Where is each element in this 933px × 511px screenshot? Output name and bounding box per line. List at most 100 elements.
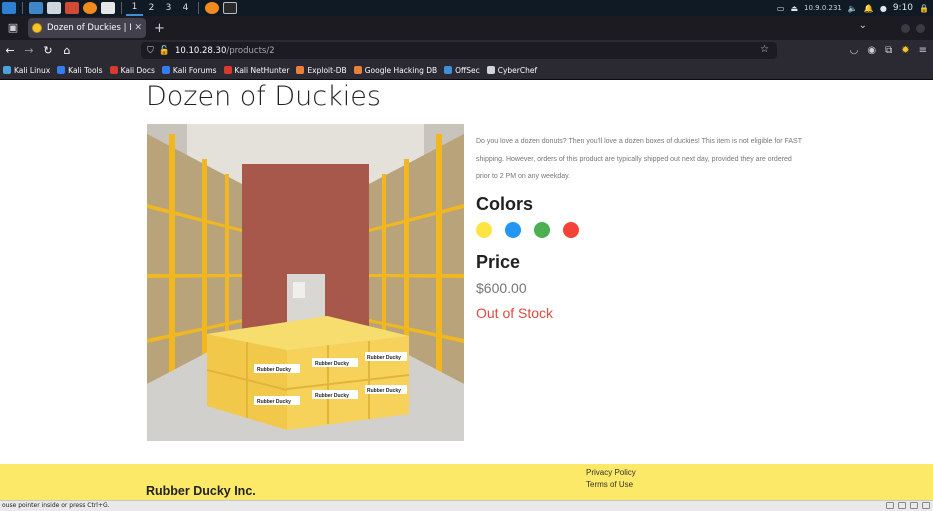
network-adapter-icon[interactable] [898,502,906,509]
bookmark-favicon-icon [353,66,362,74]
box-label: Rubber Ducky [315,361,349,367]
bookmark-label: Kali Tools [68,65,103,75]
product-description: Do you love a dozen donuts? Then you'll … [476,138,802,180]
home-button[interactable]: ⌂ [58,42,76,60]
bookmark-item[interactable]: Exploit-DB [296,66,347,75]
text-editor-icon[interactable] [65,2,79,14]
vm-status-bar: ouse pointer inside or press Ctrl+G. [0,500,933,511]
power-icon[interactable]: ● [880,4,887,13]
status-icons [886,502,930,509]
taskbar-separator [198,2,199,14]
bookmarks-bar: Kali Linux Kali Tools Kali Docs Kali Forums… [0,61,933,80]
desktop-icon[interactable] [29,2,43,14]
bookmark-favicon-icon [3,66,11,74]
bookmark-label: Kali Forums [172,65,217,75]
color-swatch[interactable] [534,222,550,238]
product-title: Dozen of Duckies [146,81,381,112]
menu-icon[interactable]: ≡ [919,45,927,56]
bookmark-label: Google Hacking DB [364,65,438,75]
rubber-duck-favicon-icon [32,23,42,33]
color-swatch[interactable] [563,222,579,238]
terminal-launcher-icon[interactable] [101,2,115,14]
bookmark-favicon-icon [296,66,305,74]
workspace-3[interactable]: 3 [160,0,177,16]
window-controls [901,24,925,33]
footer-brand: Rubber Ducky Inc. [146,484,256,498]
bookmark-label: OffSec [455,65,480,75]
firefox-window-icon[interactable] [205,2,219,14]
price-value: $600.00 [476,280,527,296]
bookmark-favicon-icon [486,66,495,74]
firefox-launcher-icon[interactable] [83,2,97,14]
workspace-4[interactable]: 4 [177,0,194,16]
box-label: Rubber Ducky [367,355,401,361]
tab-list-icon[interactable]: ▣ [4,19,22,37]
address-bar[interactable]: ⛉ 🔓 10.10.28.30 /products/2 ☆ [141,42,777,59]
lock-icon[interactable]: 🔒 [919,4,929,13]
bookmark-label: Kali Linux [14,65,51,75]
display-icon[interactable]: ▭ [777,4,785,13]
taskbar-separator [121,2,122,14]
chevron-down-icon[interactable]: ⌄ [859,20,867,31]
color-swatch[interactable] [505,222,521,238]
shield-icon[interactable]: ⛉ [147,46,154,56]
os-taskbar: 1 2 3 4 ▭ ⏏ 10.9.0.231 🔈 🔔 ● 9:10 🔒 [0,0,933,16]
forward-button[interactable]: → [20,42,38,60]
box-label: Rubber Ducky [367,388,401,394]
pocket-icon[interactable]: ◡ [850,45,859,56]
bookmark-favicon-icon [57,66,66,74]
clock: 9:10 [892,3,914,13]
warehouse-boxes-illustration: Rubber Ducky Rubber Ducky Rubber Ducky R… [147,124,464,441]
file-manager-icon[interactable] [47,2,61,14]
workspace-1[interactable]: 1 [126,0,143,16]
volume-icon[interactable]: 🔈 [848,4,858,13]
url-host: 10.10.28.30 [174,45,227,56]
close-tab-icon[interactable]: ✕ [134,23,142,33]
bookmark-item[interactable]: OffSec [444,66,480,75]
bookmark-item[interactable]: Kali Tools [57,65,103,75]
bookmark-favicon-icon [444,66,453,74]
account-icon[interactable]: ◉ [867,45,876,56]
box-label: Rubber Ducky [257,367,291,373]
workspace-2[interactable]: 2 [143,0,160,16]
terms-of-use-link[interactable]: Terms of Use [586,480,633,489]
bookmark-item[interactable]: Kali Linux [3,66,50,75]
bookmark-item[interactable]: Kali Forums [161,65,217,75]
kali-menu-icon[interactable] [2,2,16,14]
lock-insecure-icon[interactable]: 🔓 [159,46,170,56]
extension-icon[interactable]: ✹ [901,45,909,56]
box-label: Rubber Ducky [257,399,291,405]
disk-icon[interactable] [886,502,894,509]
display-settings-icon[interactable] [922,502,930,509]
bookmark-item[interactable]: Kali NetHunter [223,65,290,75]
color-swatch[interactable] [476,222,492,238]
bookmark-item[interactable]: CyberChef [486,66,537,75]
bookmark-star-icon[interactable]: ☆ [760,44,769,55]
minimize-button[interactable] [901,24,910,33]
bookmark-favicon-icon [161,66,170,74]
usb-icon[interactable] [910,502,918,509]
network-icon[interactable]: ⏏ [790,4,798,13]
tab-dozen-of-duckies[interactable]: Dozen of Duckies | Rubber ✕ [28,18,146,38]
stock-status: Out of Stock [476,305,554,321]
close-window-button[interactable] [916,24,925,33]
privacy-policy-link[interactable]: Privacy Policy [586,468,636,477]
site-footer: Rubber Ducky Inc. Privacy Policy Terms o… [0,464,933,500]
back-button[interactable]: ← [1,42,19,60]
extensions-icon[interactable]: ⧉ [885,45,892,56]
box-label: Rubber Ducky [315,393,349,399]
toolbar-actions: ◡ ◉ ⧉ ✹ ≡ [850,41,933,60]
bookmark-label: Kali NetHunter [234,65,290,75]
bookmark-label: Kali Docs [120,65,155,75]
new-tab-button[interactable]: + [154,21,165,36]
reload-button[interactable]: ↻ [39,42,57,60]
notification-icon[interactable]: 🔔 [864,4,874,13]
color-swatches [476,222,579,238]
colors-heading: Colors [476,194,534,214]
terminal-window-icon[interactable] [223,2,237,14]
system-tray: ▭ ⏏ 10.9.0.231 🔈 🔔 ● 9:10 🔒 [777,0,929,16]
browser-nav-bar: ← → ↻ ⌂ ⛉ 🔓 10.10.28.30 /products/2 ☆ ◡ … [0,40,933,61]
bookmark-item[interactable]: Google Hacking DB [353,65,438,75]
bookmark-item[interactable]: Kali Docs [109,65,155,75]
tab-title: Dozen of Duckies | Rubber [47,23,131,33]
